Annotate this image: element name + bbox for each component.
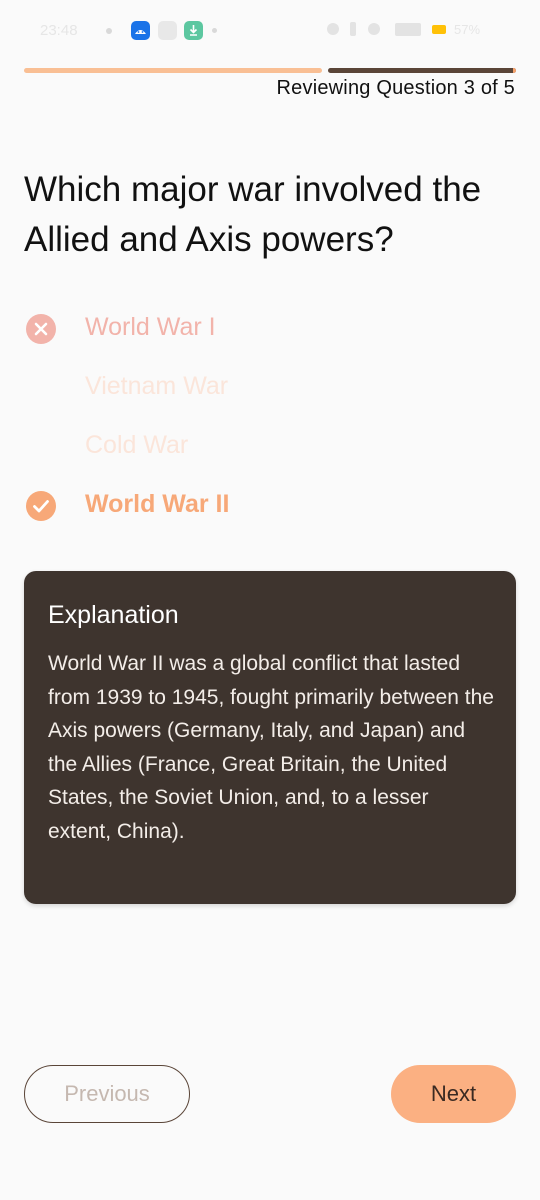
battery-percentage: 57% bbox=[454, 22, 481, 37]
option-cold-war: Cold War bbox=[24, 418, 514, 476]
question-progress-bar bbox=[24, 68, 516, 74]
option-label: Vietnam War bbox=[85, 372, 229, 400]
alarm-icon bbox=[327, 23, 339, 35]
progress-segment-tip bbox=[513, 68, 516, 73]
check-circle-icon bbox=[26, 491, 56, 521]
signal-icon bbox=[395, 23, 421, 36]
notification-dot-icon bbox=[106, 28, 112, 34]
previous-button[interactable]: Previous bbox=[24, 1065, 190, 1123]
explanation-title: Explanation bbox=[48, 601, 179, 629]
option-world-war-i: World War I bbox=[24, 300, 514, 358]
explanation-body: World War II was a global conflict that … bbox=[48, 652, 494, 843]
bluetooth-icon bbox=[350, 22, 356, 36]
option-label: Cold War bbox=[85, 431, 189, 459]
progress-segment-completed bbox=[24, 68, 322, 73]
option-vietnam-war: Vietnam War bbox=[24, 359, 514, 417]
progress-segment-remaining bbox=[328, 68, 516, 73]
review-progress-label: Reviewing Question 3 of 5 bbox=[276, 77, 515, 99]
x-circle-icon bbox=[26, 314, 56, 344]
status-time: 23:48 bbox=[40, 22, 78, 39]
battery-icon bbox=[432, 25, 446, 34]
option-world-war-ii: World War II bbox=[24, 477, 514, 535]
next-button[interactable]: Next bbox=[391, 1065, 516, 1123]
status-icons-right: 57% bbox=[320, 21, 520, 41]
explanation-card: Explanation World War II was a global co… bbox=[24, 571, 516, 904]
mute-icon bbox=[368, 23, 380, 35]
question-text: Which major war involved the Allied and … bbox=[24, 170, 482, 259]
notification-dot-icon bbox=[212, 28, 217, 33]
gallery-icon bbox=[158, 21, 177, 40]
android-app-icon bbox=[131, 21, 150, 40]
option-label: World War II bbox=[85, 490, 230, 518]
download-icon bbox=[184, 21, 203, 40]
status-bar: 23:48 57% bbox=[0, 0, 540, 62]
option-label: World War I bbox=[85, 313, 216, 341]
